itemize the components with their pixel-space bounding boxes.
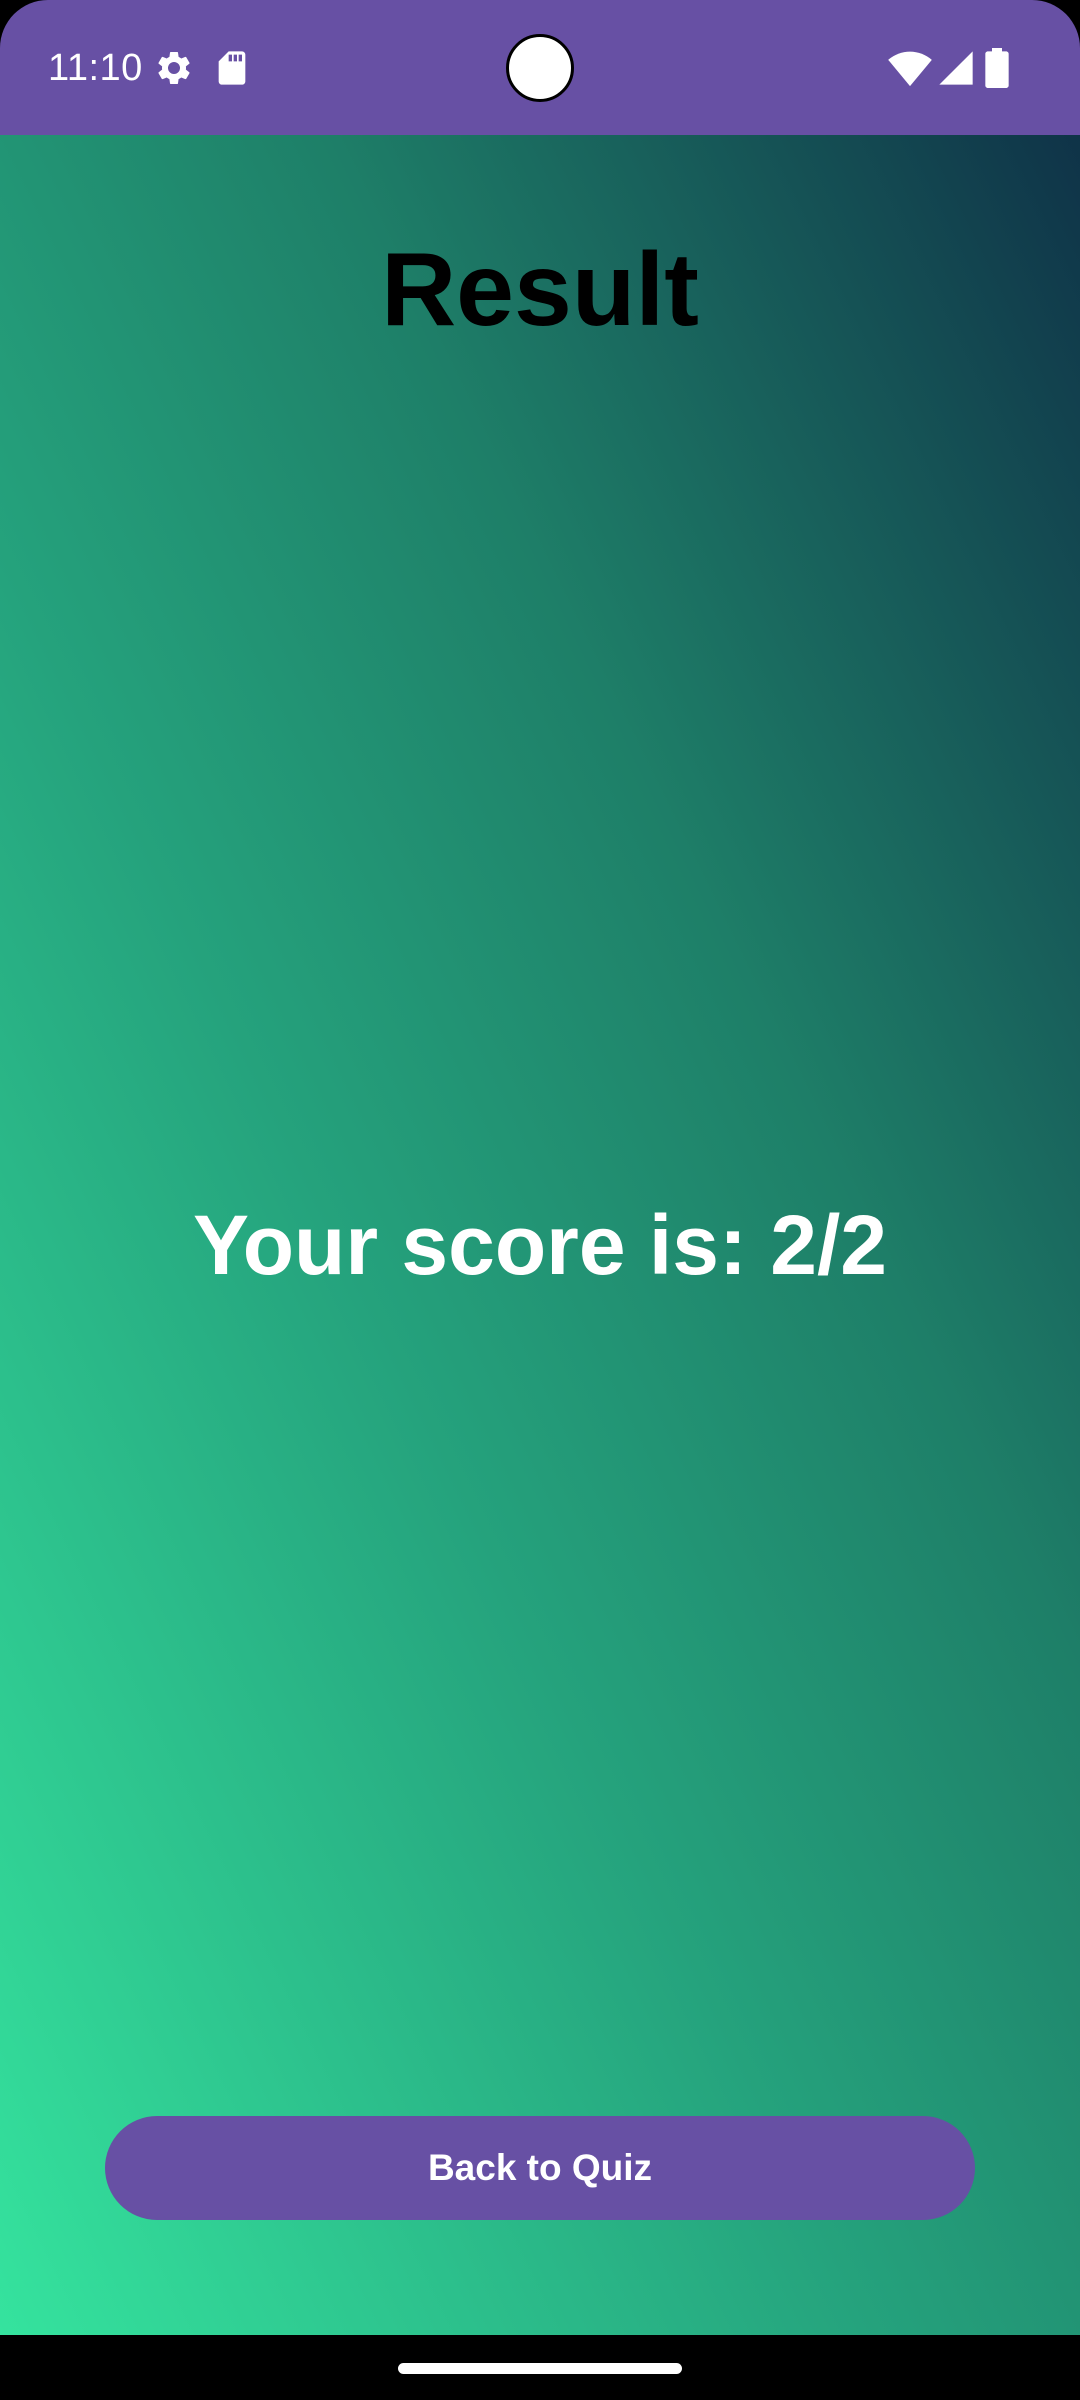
cell-signal-icon: [939, 51, 973, 85]
status-bar: 11:10: [0, 0, 1080, 135]
battery-icon: [985, 48, 1009, 88]
gear-icon: [158, 51, 190, 84]
navigation-bar: [0, 2335, 1080, 2400]
result-screen: Result Your score is: 2/2 Back to Quiz: [0, 135, 1080, 2335]
wifi-icon: [888, 51, 932, 87]
sd-card-icon: [218, 51, 246, 85]
camera-cutout: [506, 34, 574, 102]
score-text: Your score is: 2/2: [192, 1198, 888, 1292]
page-title: Result: [381, 232, 699, 348]
home-gesture-handle[interactable]: [398, 2363, 682, 2374]
phone-screen: 11:10 Result Your score is: 2/2 Back to …: [0, 0, 1080, 2400]
back-to-quiz-button[interactable]: Back to Quiz: [105, 2116, 975, 2220]
status-time: 11:10: [48, 47, 143, 89]
